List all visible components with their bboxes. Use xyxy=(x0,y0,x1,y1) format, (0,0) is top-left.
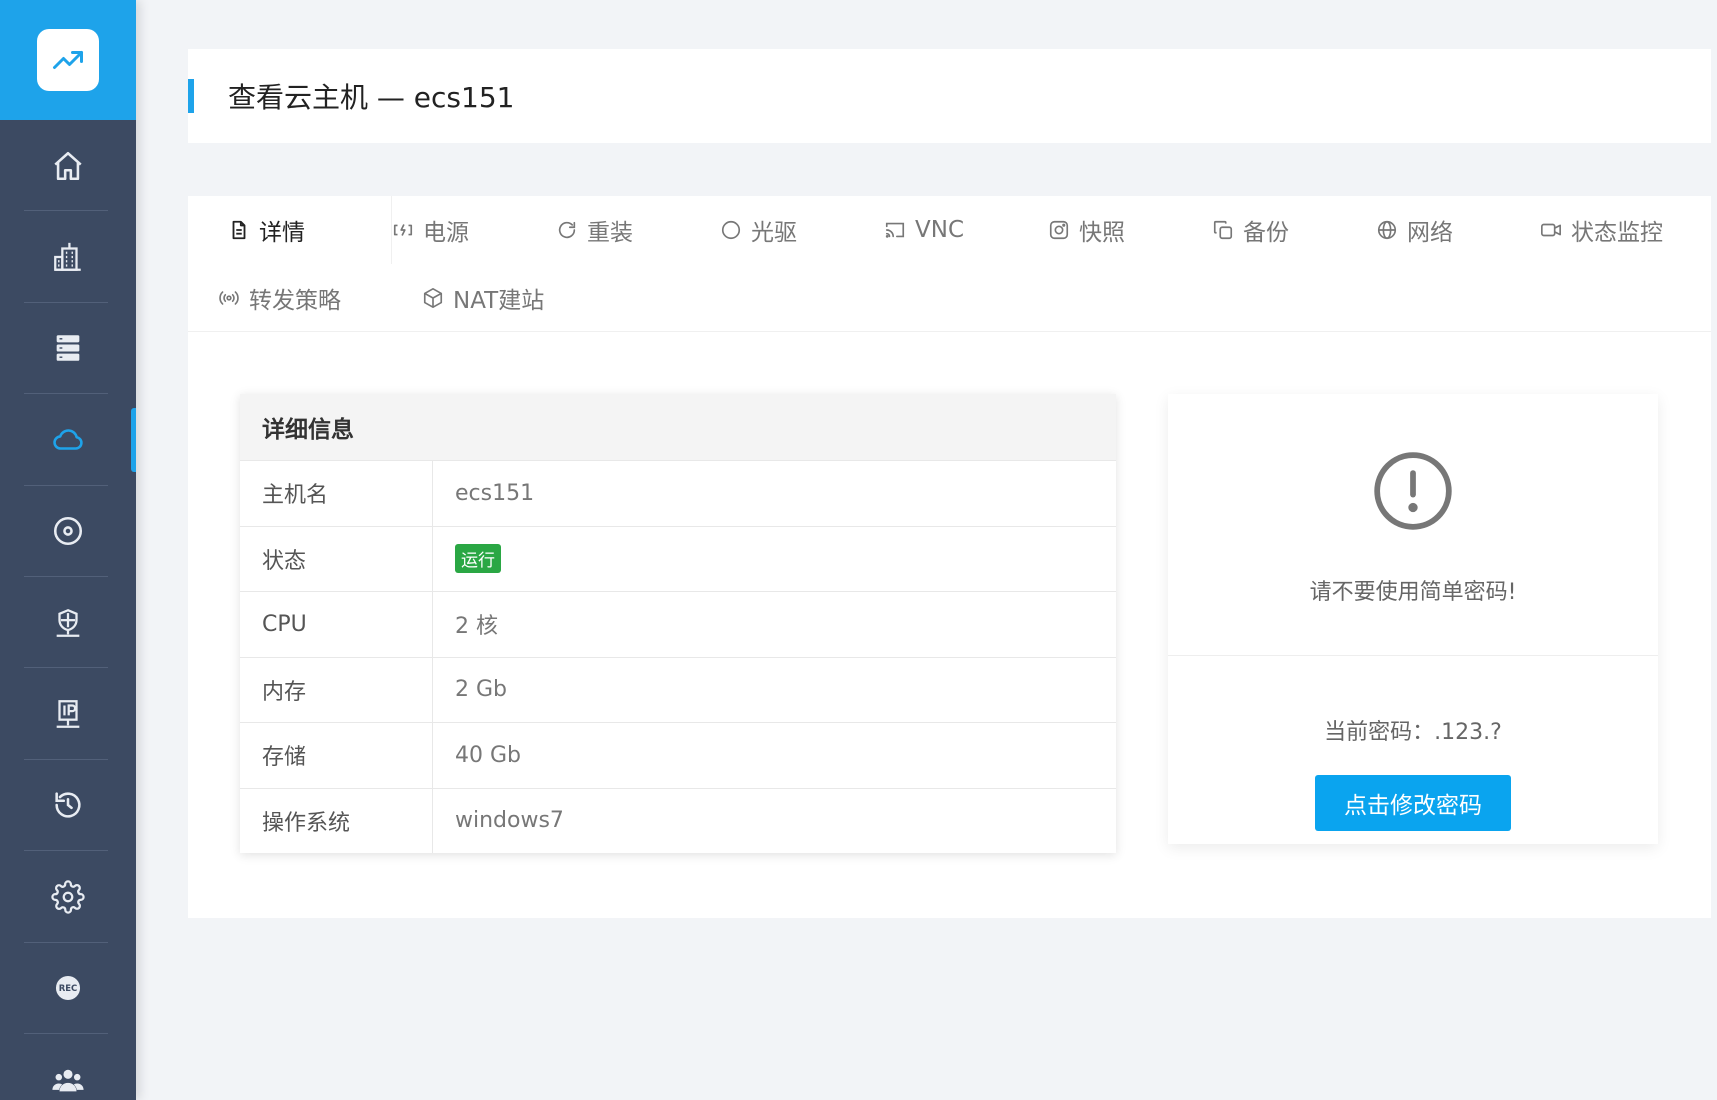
document-icon xyxy=(232,220,246,240)
row-label: 存储 xyxy=(240,723,433,788)
row-value: ecs151 xyxy=(455,480,535,506)
tab-backup[interactable]: 备份 xyxy=(1212,196,1376,264)
sidebar-item-users[interactable] xyxy=(0,1034,136,1100)
tab-label: 电源 xyxy=(423,220,469,246)
tab-monitor[interactable]: 状态监控 xyxy=(1540,196,1704,264)
row-value: 40 Gb xyxy=(455,742,521,768)
building-icon xyxy=(54,242,81,271)
tab-label: 转发策略 xyxy=(249,288,341,314)
logo xyxy=(37,29,99,91)
users-icon xyxy=(52,1069,84,1091)
server-icon xyxy=(56,335,80,362)
tab-cdrom[interactable]: 光驱 xyxy=(720,196,884,264)
tab-label: VNC xyxy=(915,217,964,243)
rec-icon: REC xyxy=(55,976,81,1001)
status-badge: 运行 xyxy=(455,544,501,574)
tab-power[interactable]: 电源 xyxy=(392,196,556,264)
tab-details[interactable]: 详情 xyxy=(188,196,392,264)
video-icon xyxy=(1541,223,1561,237)
sidebar-item-servers[interactable] xyxy=(0,303,136,395)
ip-network-icon xyxy=(56,700,80,728)
page-title: 查看云主机 — ecs151 xyxy=(228,81,515,114)
tab-network[interactable]: 网络 xyxy=(1376,196,1540,264)
tab-vnc[interactable]: VNC xyxy=(884,196,1048,264)
disc-icon xyxy=(53,517,83,546)
row-label: 主机名 xyxy=(240,461,433,526)
sidebar-item-home[interactable] xyxy=(0,120,136,212)
copy-icon xyxy=(1213,220,1233,240)
row-label: CPU xyxy=(240,592,433,657)
tab-snapshot[interactable]: 快照 xyxy=(1048,196,1212,264)
history-icon xyxy=(55,792,81,818)
row-value: 2 核 xyxy=(455,614,498,640)
cast-icon xyxy=(885,222,905,238)
page-header: 查看云主机 — ecs151 xyxy=(188,49,1711,143)
sidebar-item-settings[interactable] xyxy=(0,851,136,943)
warning-message: 请不要使用简单密码! xyxy=(1309,580,1517,605)
cloud-icon xyxy=(53,429,83,450)
tab-nat-site[interactable]: NAT建站 xyxy=(422,264,632,332)
row-label: 状态 xyxy=(240,526,433,591)
sidebar-item-cloud[interactable] xyxy=(0,394,136,486)
tab-label: 快照 xyxy=(1079,220,1125,246)
change-password-button[interactable]: 点击修改密码 xyxy=(1315,775,1511,831)
svg-text:REC: REC xyxy=(59,984,78,994)
globe-icon xyxy=(1377,220,1397,240)
password-warning-card: 请不要使用简单密码! 当前密码：.123.? 点击修改密码 xyxy=(1168,394,1658,844)
table-row: 操作系统 windows7 xyxy=(240,787,1116,853)
details-title: 详细信息 xyxy=(240,394,1116,460)
table-row: 内存 2 Gb xyxy=(240,656,1116,722)
table-row: CPU 2 核 xyxy=(240,591,1116,657)
tab-label: 重装 xyxy=(587,220,633,246)
row-value: windows7 xyxy=(455,808,564,834)
tab-label: 详情 xyxy=(259,220,305,246)
sidebar-item-security[interactable] xyxy=(0,577,136,669)
sidebar: REC xyxy=(0,0,136,1100)
tab-label: 备份 xyxy=(1243,220,1289,246)
logo-area[interactable] xyxy=(0,0,136,120)
table-row: 存储 40 Gb xyxy=(240,722,1116,788)
current-password: 当前密码：.123.? xyxy=(1324,720,1502,745)
tab-label: NAT建站 xyxy=(453,288,545,314)
row-value: 2 Gb xyxy=(455,677,508,703)
table-row: 状态 运行 xyxy=(240,525,1116,592)
box-icon xyxy=(423,288,443,308)
tab-forwarding[interactable]: 转发策略 xyxy=(218,264,422,332)
tab-label: 网络 xyxy=(1407,220,1453,246)
sidebar-item-disc[interactable] xyxy=(0,486,136,578)
shield-network-icon xyxy=(56,608,80,637)
table-row: 主机名 ecs151 xyxy=(240,460,1116,526)
row-value: 运行 xyxy=(433,527,1116,592)
circle-icon xyxy=(721,220,741,240)
trending-up-icon xyxy=(53,51,83,69)
tab-label: 状态监控 xyxy=(1571,220,1663,246)
tab-reinstall[interactable]: 重装 xyxy=(556,196,720,264)
power-icon xyxy=(393,224,413,236)
details-table: 详细信息 主机名 ecs151 状态 运行 CPU 2 核 内存 2 Gb 存储… xyxy=(240,394,1116,853)
row-label: 内存 xyxy=(240,657,433,722)
main-card: 详情 电源 重装 光驱 VNC 快照 备份 网络 状态监控 转发策略 NAT建站… xyxy=(188,196,1711,918)
gear-icon xyxy=(51,880,85,914)
tab-bar: 详情 电源 重装 光驱 VNC 快照 备份 网络 状态监控 转发策略 NAT建站 xyxy=(188,196,1711,332)
row-label: 操作系统 xyxy=(240,788,433,853)
sidebar-item-ip[interactable] xyxy=(0,668,136,761)
alert-circle-icon xyxy=(1374,452,1452,530)
broadcast-icon xyxy=(219,291,239,305)
refresh-icon xyxy=(558,221,576,239)
sidebar-item-history[interactable] xyxy=(0,760,136,852)
header-accent-bar xyxy=(188,79,194,113)
sidebar-item-record[interactable]: REC xyxy=(0,943,136,1035)
warning-panel: 请不要使用简单密码! xyxy=(1168,394,1658,656)
home-icon xyxy=(54,151,82,180)
camera-icon xyxy=(1049,220,1069,240)
tab-label: 光驱 xyxy=(751,220,797,246)
sidebar-item-datacenter[interactable] xyxy=(0,211,136,304)
